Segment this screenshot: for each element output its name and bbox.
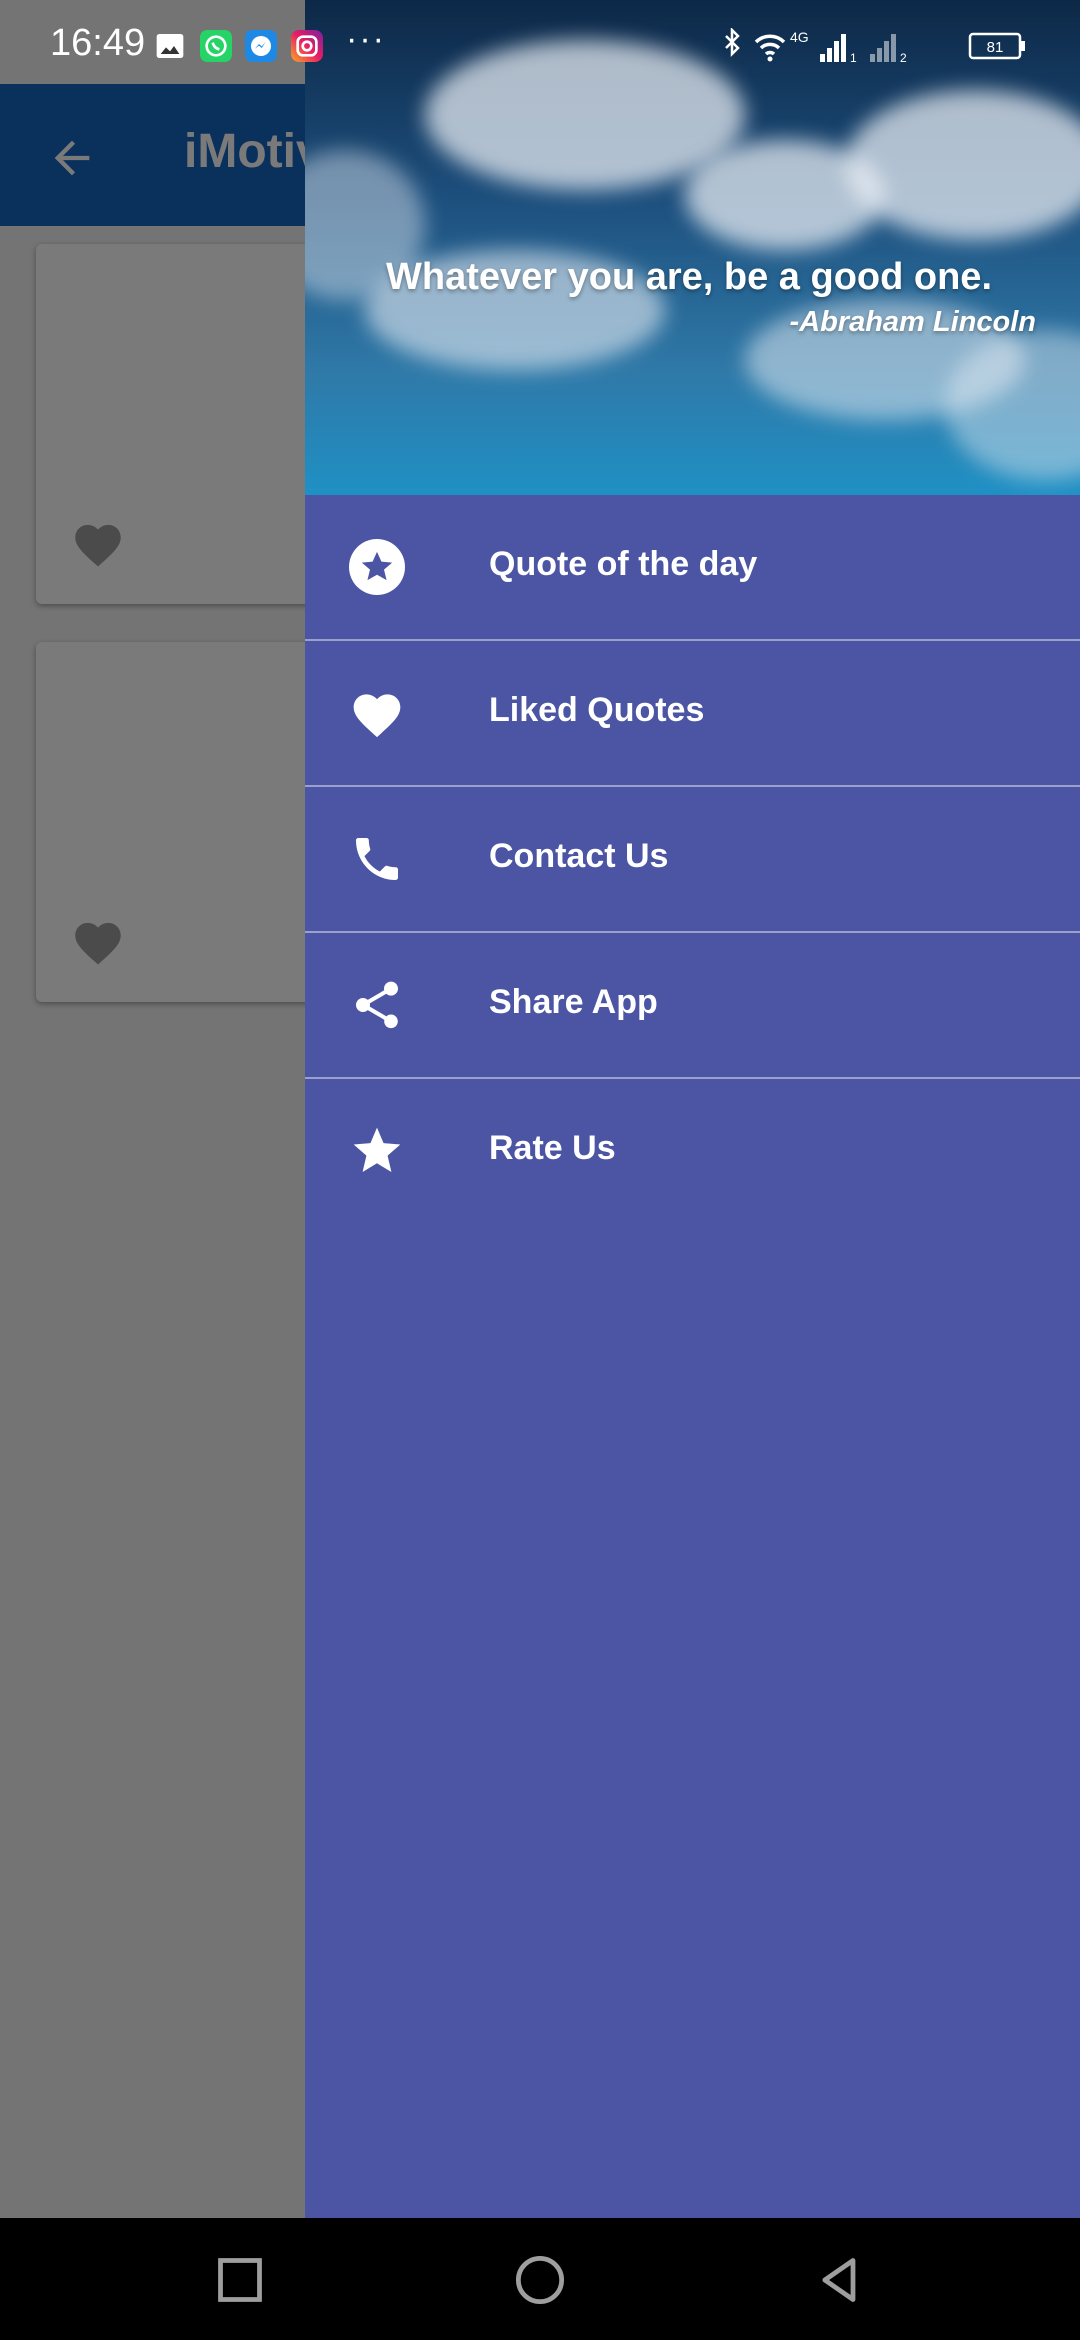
messenger-icon	[245, 30, 277, 62]
system-status-icons: 4G 1 2 81	[725, 28, 1025, 64]
battery-level: 81	[987, 39, 1004, 56]
drawer-item-contact-us[interactable]: Contact Us	[305, 787, 1080, 933]
heart-icon	[353, 694, 401, 738]
status-time: 16:49	[50, 22, 146, 64]
drawer-item-label: Contact Us	[489, 837, 669, 875]
home-button[interactable]	[514, 2254, 566, 2306]
drawer-item-liked-quotes[interactable]: Liked Quotes	[305, 641, 1080, 787]
system-nav-bar	[0, 2218, 1080, 2340]
drawer-item-share-app[interactable]: Share App	[305, 933, 1080, 1079]
navigation-drawer: Whatever you are, be a good one. -Abraha…	[305, 0, 1080, 2218]
network-type: 4G	[790, 29, 809, 45]
star-circle-icon	[349, 539, 405, 595]
sim1-label: 1	[850, 51, 857, 64]
instagram-icon	[291, 30, 323, 62]
bluetooth-icon	[725, 28, 740, 58]
wifi-icon	[754, 34, 786, 62]
star-icon	[353, 1127, 401, 1172]
drawer-item-label: Rate Us	[489, 1129, 616, 1167]
drawer-item-label: Quote of the day	[489, 545, 758, 583]
battery-icon: 81	[968, 32, 1025, 60]
drawer-item-rate-us[interactable]: Rate Us	[305, 1079, 1080, 1223]
back-button[interactable]	[814, 2254, 866, 2306]
drawer-item-label: Liked Quotes	[489, 691, 705, 729]
signal-icon	[820, 34, 846, 62]
sim2-label: 2	[900, 51, 907, 64]
drawer-menu: Quote of the day Liked Quotes Contact Us…	[305, 495, 1080, 1223]
header-quote: Whatever you are, be a good one.	[385, 256, 992, 298]
status-bar: 16:49 ··· 4G 1 2 81	[0, 0, 1080, 84]
overflow-notifications: ···	[346, 20, 386, 58]
whatsapp-icon	[200, 30, 232, 62]
drawer-item-label: Share App	[489, 983, 658, 1021]
gallery-icon	[156, 34, 184, 58]
phone-icon	[356, 838, 398, 880]
signal-icon-sim2	[870, 34, 896, 62]
header-quote-author: -Abraham Lincoln	[789, 306, 1036, 338]
drawer-item-quote-of-the-day[interactable]: Quote of the day	[305, 495, 1080, 641]
share-icon	[356, 981, 398, 1029]
recents-button[interactable]	[214, 2254, 266, 2306]
